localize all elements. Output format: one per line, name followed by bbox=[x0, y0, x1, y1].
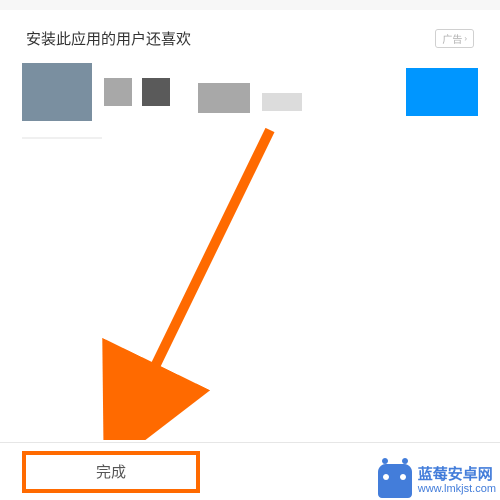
ad-badge[interactable]: 广告 › bbox=[435, 29, 474, 48]
app-icon-4[interactable] bbox=[262, 93, 302, 111]
underline bbox=[22, 137, 102, 139]
app-icon-3[interactable] bbox=[198, 83, 250, 113]
app-icon-5[interactable] bbox=[406, 68, 478, 116]
recommended-apps-row bbox=[0, 63, 500, 137]
watermark-title: 蓝莓安卓网 bbox=[418, 466, 496, 483]
annotation-arrow bbox=[100, 120, 320, 440]
app-icon-1[interactable] bbox=[22, 63, 92, 121]
ad-label: 广告 bbox=[442, 31, 462, 46]
section-title: 安装此应用的用户还喜欢 bbox=[26, 28, 191, 49]
top-divider bbox=[0, 0, 500, 10]
recommendations-header: 安装此应用的用户还喜欢 广告 › bbox=[0, 10, 500, 63]
done-button[interactable]: 完成 bbox=[22, 451, 200, 493]
done-button-label: 完成 bbox=[96, 461, 126, 482]
chevron-right-icon: › bbox=[464, 34, 467, 43]
watermark-url: www.lmkjst.com bbox=[418, 483, 496, 496]
pixelated-block bbox=[104, 78, 132, 106]
android-robot-icon bbox=[378, 464, 412, 498]
watermark: 蓝莓安卓网 www.lmkjst.com bbox=[378, 464, 496, 498]
pixelated-block bbox=[142, 78, 170, 106]
app-icon-2[interactable] bbox=[104, 78, 170, 106]
